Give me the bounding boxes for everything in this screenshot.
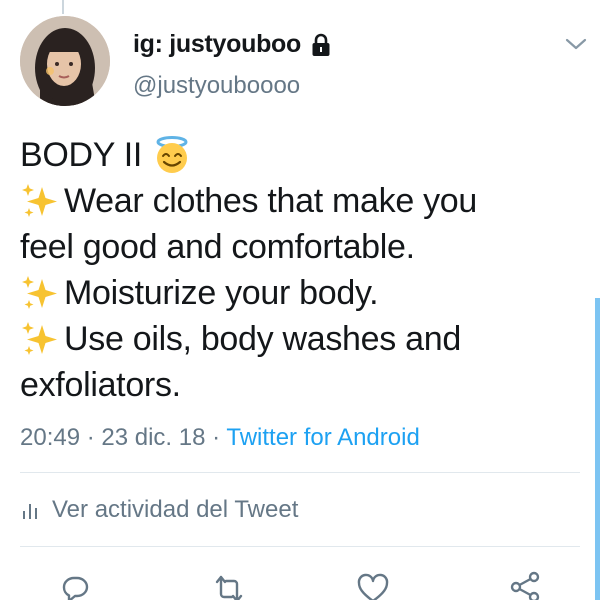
user-handle[interactable]: @justyouboooo	[133, 72, 300, 100]
tweet-line-5: Use oils, body washes and	[20, 316, 590, 362]
tweet-text-line: feel good and comfortable.	[20, 228, 415, 266]
tweet-source-link[interactable]: Twitter for Android	[226, 424, 419, 451]
divider	[20, 472, 580, 473]
tweet-date: 23 dic. 18	[101, 424, 206, 451]
tweet-action-bar	[0, 568, 600, 600]
sparkles-icon	[20, 181, 60, 221]
display-name-row: ig: justyouboo	[133, 30, 331, 59]
tweet-line-2: Wear clothes that make you	[20, 178, 590, 224]
divider	[20, 546, 580, 547]
lock-icon	[311, 33, 331, 57]
tweet-line-6: exfoliators.	[20, 362, 590, 408]
tweet-text-line: BODY II	[20, 136, 142, 174]
display-name[interactable]: ig: justyouboo	[133, 30, 301, 59]
tweet-detail: ig: justyouboo @justyouboooo BODY II Wea…	[0, 0, 600, 600]
meta-separator: ·	[80, 424, 102, 451]
thread-connector	[62, 0, 64, 14]
tweet-header: ig: justyouboo @justyouboooo	[20, 16, 590, 108]
tweet-text-line: Moisturize your body.	[64, 274, 379, 312]
tweet-time: 20:49	[20, 424, 81, 451]
retweet-icon[interactable]	[212, 572, 246, 600]
tweet-text-line: Wear clothes that make you	[64, 182, 478, 220]
tweet-line-3: feel good and comfortable.	[20, 224, 590, 270]
meta-separator: ·	[205, 424, 227, 451]
avatar[interactable]	[20, 16, 110, 106]
reply-icon[interactable]	[58, 572, 92, 600]
scroll-indicator[interactable]	[595, 298, 600, 600]
tweet-text-line: exfoliators.	[20, 366, 181, 404]
sparkles-icon	[20, 319, 60, 359]
tweet-line-1: BODY II	[20, 132, 590, 178]
sparkles-icon	[20, 273, 60, 313]
smiling-face-with-halo-icon	[152, 135, 192, 175]
bar-chart-icon	[20, 499, 42, 521]
tweet-activity-link[interactable]: Ver actividad del Tweet	[20, 496, 298, 524]
heart-icon[interactable]	[356, 572, 390, 600]
share-icon[interactable]	[508, 570, 542, 600]
tweet-text: BODY II Wear clothes that make you feel …	[20, 132, 590, 408]
tweet-line-4: Moisturize your body.	[20, 270, 590, 316]
tweet-activity-label: Ver actividad del Tweet	[52, 496, 299, 523]
tweet-meta: 20:49 · 23 dic. 18 · Twitter for Android	[20, 424, 420, 452]
chevron-down-icon[interactable]	[564, 34, 588, 54]
tweet-text-line: Use oils, body washes and	[64, 320, 461, 358]
